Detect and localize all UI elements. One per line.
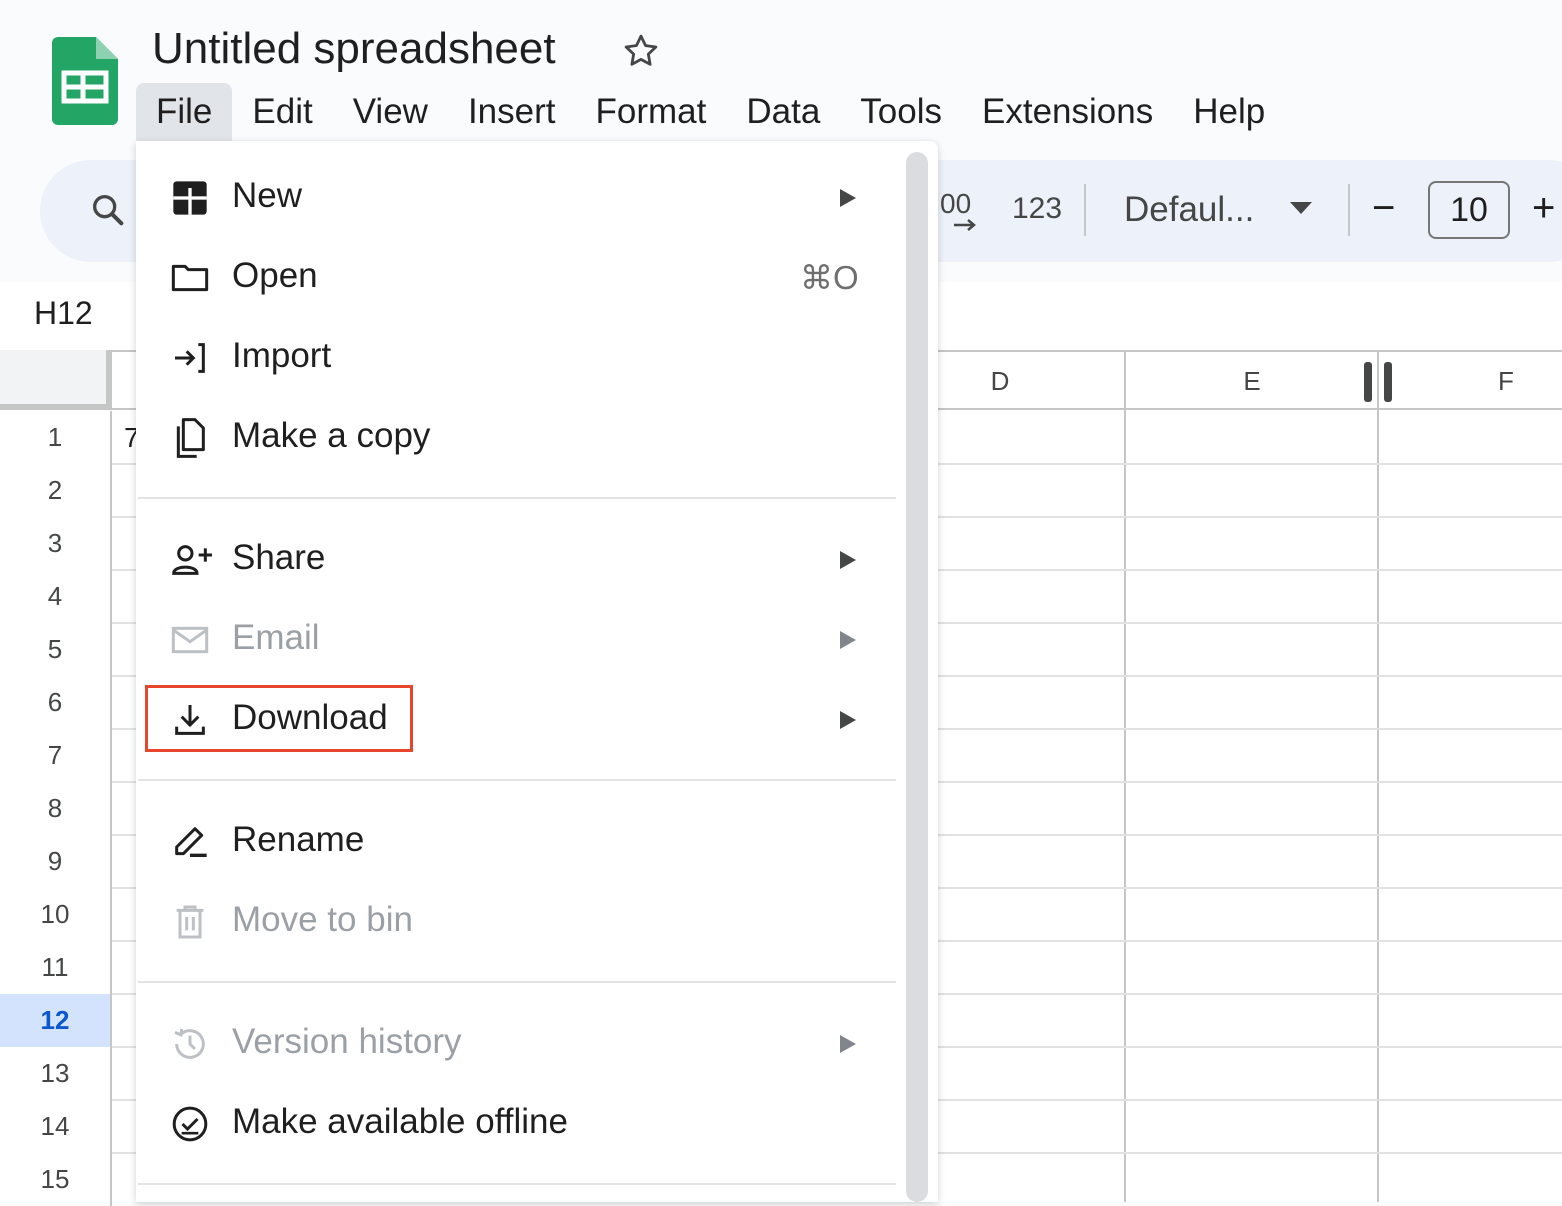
folder-icon <box>170 258 210 298</box>
column-header-d[interactable]: D <box>940 366 1060 397</box>
import-icon <box>170 338 210 378</box>
select-all-corner[interactable] <box>0 350 112 410</box>
column-resize-handle[interactable] <box>1364 362 1372 402</box>
history-icon <box>170 1024 210 1064</box>
menu-edit[interactable]: Edit <box>232 83 332 141</box>
trash-icon <box>170 902 210 942</box>
submenu-arrow-icon <box>838 630 858 650</box>
row-header-2[interactable]: 2 <box>0 464 112 517</box>
font-size-input[interactable]: 10 <box>1428 181 1510 239</box>
toolbar-divider <box>1084 184 1086 236</box>
menu-item-version-history-label: Version history <box>232 1022 462 1061</box>
row-header-5[interactable]: 5 <box>0 623 112 676</box>
row-header-1[interactable]: 1 <box>0 411 112 464</box>
arrow-right-icon <box>954 219 976 231</box>
name-box[interactable]: H12 <box>34 295 93 332</box>
submenu-arrow-icon <box>838 710 858 730</box>
submenu-arrow-icon <box>838 1034 858 1054</box>
decimal-label: 00 <box>940 188 972 219</box>
row-header-10[interactable]: 10 <box>0 888 112 941</box>
star-icon[interactable] <box>620 30 662 72</box>
menu-item-rename-label: Rename <box>232 820 365 859</box>
menu-divider <box>138 1183 896 1185</box>
submenu-arrow-icon <box>838 550 858 570</box>
document-title[interactable]: Untitled spreadsheet <box>152 24 556 74</box>
menu-bar: File Edit View Insert Format Data Tools … <box>136 83 1285 141</box>
menu-item-move-to-bin-label: Move to bin <box>232 900 413 939</box>
menu-item-share-label: Share <box>232 538 326 577</box>
email-icon <box>170 620 210 660</box>
menu-item-make-available-offline-label: Make available offline <box>232 1102 568 1141</box>
menu-divider <box>138 497 896 499</box>
column-divider <box>1377 350 1379 1202</box>
row-header-7[interactable]: 7 <box>0 729 112 782</box>
toolbar-divider <box>1348 184 1350 236</box>
menu-format[interactable]: Format <box>576 83 727 141</box>
increase-decimal-button[interactable]: 00 <box>940 188 976 231</box>
row-header-14[interactable]: 14 <box>0 1100 112 1153</box>
column-resize-handle[interactable] <box>1384 362 1392 402</box>
download-highlight-box <box>145 685 413 752</box>
rename-icon <box>170 822 210 862</box>
menu-scrollbar[interactable] <box>906 152 928 1202</box>
menu-item-make-a-copy-label: Make a copy <box>232 416 431 455</box>
menu-item-open-label: Open <box>232 256 318 295</box>
sheets-logo-icon[interactable] <box>52 37 118 125</box>
increase-font-size-button[interactable]: + <box>1532 186 1555 231</box>
menu-item-open-shortcut: ⌘O <box>800 259 859 296</box>
menu-tools[interactable]: Tools <box>840 83 962 141</box>
share-person-icon <box>170 540 212 580</box>
menu-insert[interactable]: Insert <box>448 83 576 141</box>
menu-item-import-label: Import <box>232 336 332 375</box>
row-header-6[interactable]: 6 <box>0 676 112 729</box>
column-divider <box>1124 350 1126 1202</box>
menu-extensions[interactable]: Extensions <box>962 83 1173 141</box>
row-header-4[interactable]: 4 <box>0 570 112 623</box>
row-header-15[interactable]: 15 <box>0 1153 112 1206</box>
font-family-select[interactable]: Defaul... <box>1124 190 1254 230</box>
menu-help[interactable]: Help <box>1173 83 1285 141</box>
column-header-e[interactable]: E <box>1192 366 1312 397</box>
menu-divider <box>138 779 896 781</box>
row-header-8[interactable]: 8 <box>0 782 112 835</box>
row-header-9[interactable]: 9 <box>0 835 112 888</box>
column-header-f[interactable]: F <box>1446 366 1562 397</box>
row-header-12[interactable]: 12 <box>0 994 112 1047</box>
menu-data[interactable]: Data <box>726 83 840 141</box>
search-icon[interactable] <box>88 190 128 230</box>
menu-view[interactable]: View <box>333 83 448 141</box>
offline-check-icon <box>170 1104 210 1144</box>
row-header-3[interactable]: 3 <box>0 517 112 570</box>
row-header-11[interactable]: 11 <box>0 941 112 994</box>
menu-item-email-label: Email <box>232 618 320 657</box>
submenu-arrow-icon <box>838 188 858 208</box>
menu-file[interactable]: File <box>136 83 233 141</box>
menu-item-new-label: New <box>232 176 303 215</box>
menu-divider <box>138 981 896 983</box>
copy-icon <box>170 416 210 458</box>
row-header-13[interactable]: 13 <box>0 1047 112 1100</box>
decrease-font-size-button[interactable]: − <box>1372 186 1395 231</box>
new-sheet-icon <box>170 178 210 218</box>
caret-down-icon[interactable] <box>1290 202 1312 221</box>
number-format-button[interactable]: 123 <box>1012 192 1062 226</box>
